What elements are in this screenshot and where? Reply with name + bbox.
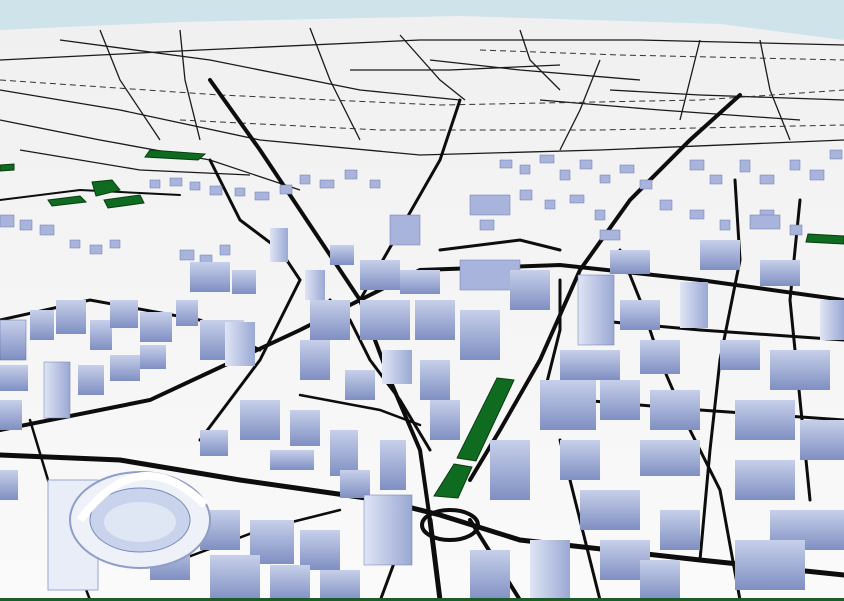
park-right — [805, 233, 844, 245]
park-far-5 — [0, 163, 15, 172]
city-3d-map[interactable] — [0, 0, 844, 601]
city-map-view[interactable] — [0, 0, 844, 601]
